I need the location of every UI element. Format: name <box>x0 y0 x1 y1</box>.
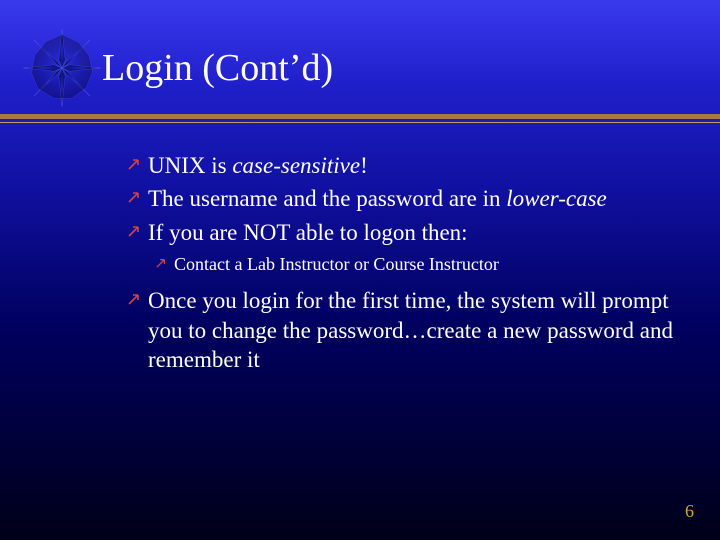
sub-bullet-1: Contact a Lab Instructor or Course Instr… <box>128 253 684 276</box>
bullet-text: The username and the password are in low… <box>142 184 607 213</box>
arrow-up-right-icon <box>156 258 168 268</box>
arrow-up-right-icon <box>128 293 142 305</box>
slide-content: UNIX is case-sensitive! The username and… <box>0 123 720 375</box>
bullet-2: The username and the password are in low… <box>128 184 684 213</box>
arrow-up-right-icon <box>128 158 142 170</box>
title-row: Login (Cont’d) <box>0 0 720 108</box>
bullet-text: Contact a Lab Instructor or Course Instr… <box>168 253 499 276</box>
bullet-text: UNIX is case-sensitive! <box>142 151 368 180</box>
slide-title: Login (Cont’d) <box>102 46 333 90</box>
bullet-3: If you are NOT able to logon then: <box>128 218 684 247</box>
arrow-up-right-icon <box>128 191 142 203</box>
page-number: 6 <box>685 501 694 522</box>
bullet-1: UNIX is case-sensitive! <box>128 151 684 180</box>
bullet-text: Once you login for the first time, the s… <box>142 286 684 374</box>
bullet-text: If you are NOT able to logon then: <box>142 218 468 247</box>
title-underline <box>0 114 720 123</box>
starburst-icon <box>16 28 108 108</box>
arrow-up-right-icon <box>128 225 142 237</box>
bullet-4: Once you login for the first time, the s… <box>128 286 684 374</box>
